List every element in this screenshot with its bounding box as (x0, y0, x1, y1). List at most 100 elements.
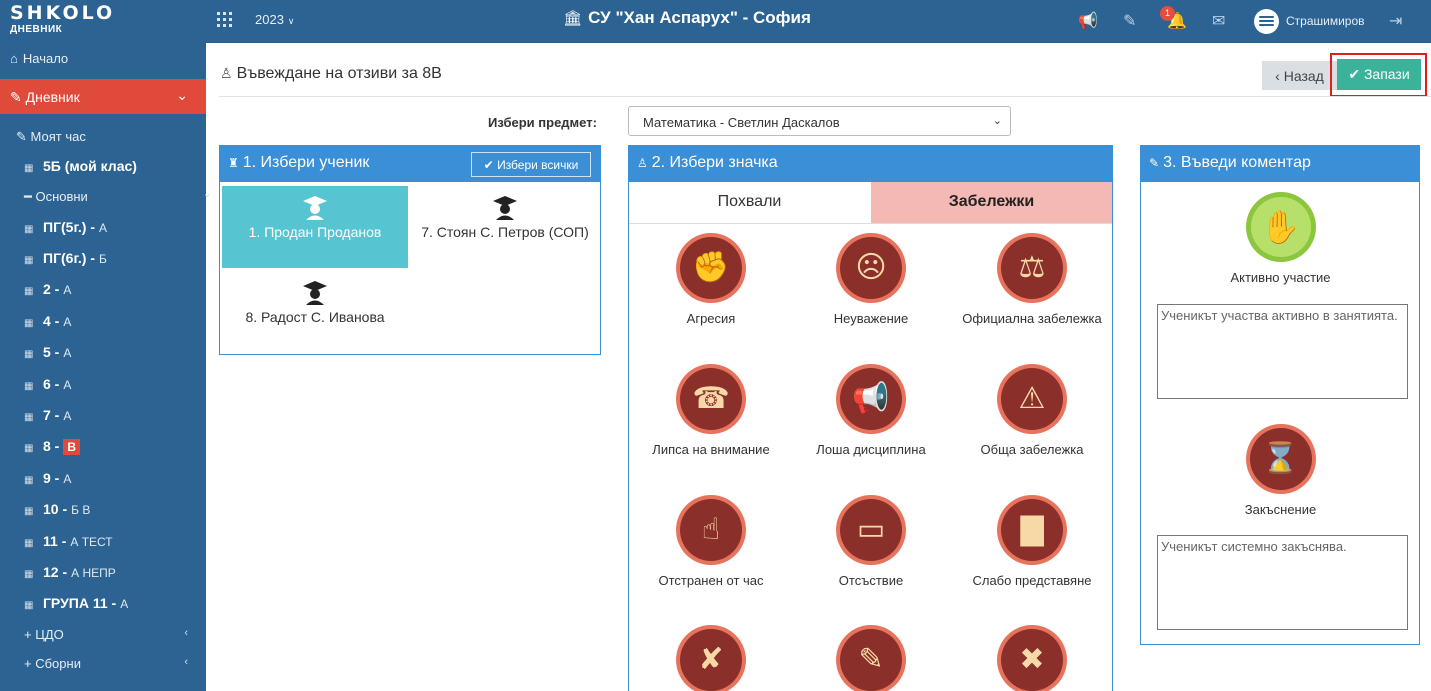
tab-remarks[interactable]: Забележки (871, 182, 1112, 223)
class-name: 2 - (43, 281, 60, 297)
sidebar-item-class[interactable]: ▦ 7 -А (24, 407, 230, 423)
fist-icon: ✊ (676, 233, 746, 303)
sidebar-item-class[interactable]: ▦ 5 -А (24, 344, 230, 360)
class-letters[interactable]: А (63, 346, 71, 360)
badge-label: Обща забележка (980, 442, 1084, 457)
badge-option[interactable]: ☎ Липса на внимание (631, 364, 791, 457)
classroom-icon: ▦ (24, 538, 34, 549)
logout-icon[interactable]: ⇥ (1389, 11, 1402, 31)
classroom-icon: ▦ (24, 569, 34, 580)
phone-user-icon: ☎ (676, 364, 746, 434)
megaphone-icon: 📢 (836, 364, 906, 434)
megaphone-icon[interactable]: 📢 (1078, 11, 1098, 31)
sidebar-item-class[interactable]: ▦ 2 -А (24, 281, 230, 297)
badge-option[interactable]: ▭ Отсъствие (791, 495, 951, 588)
username[interactable]: Страшимиров (1286, 14, 1365, 28)
badge-option[interactable]: ☝ Отстранен от час (631, 495, 791, 588)
avatar[interactable] (1254, 9, 1279, 34)
classroom-icon: ▦ (24, 600, 34, 611)
sidebar-item-home[interactable]: ⌂ Начало (10, 51, 216, 66)
comment-textarea[interactable]: Ученикът участва активно в занятията. (1157, 304, 1408, 399)
page-title: ♙ Въвеждане на отзиви за 8В (220, 65, 442, 83)
student-card[interactable]: 1. Продан Проданов (222, 186, 408, 268)
back-label: Назад (1283, 67, 1324, 84)
students-panel-header: ♜ 1. Избери ученик ✔ Избери всички (220, 146, 600, 182)
badge-option[interactable]: ⚖ Официална забележка (952, 233, 1112, 326)
subject-select[interactable]: Математика - Светлин Даскалов ⌄ (628, 106, 1011, 136)
class-letters[interactable]: В (63, 439, 81, 455)
main-content: ♙ Въвеждане на отзиви за 8В ‹ Назад ✔ Зап… (206, 43, 1431, 691)
badge-label: Неуважение (833, 311, 909, 326)
sidebar-item-class[interactable]: ▦ 11 -А ТЕСТ (24, 533, 230, 549)
sidebar-item-combined[interactable]: + Сборни ‹ (24, 656, 230, 671)
class-letters[interactable]: А (120, 597, 128, 611)
save-button[interactable]: ✔ Запази (1337, 59, 1421, 90)
class-letters[interactable]: А (63, 409, 71, 423)
badge-label: Отстранен от час (658, 573, 764, 588)
class-name: ГРУПА 11 - (43, 595, 117, 611)
badge-option[interactable]: ▇ Слабо представяне (952, 495, 1112, 588)
class-letters[interactable]: А (63, 315, 71, 329)
edit-icon[interactable]: ✎ (1123, 11, 1136, 31)
class-letters[interactable]: Б (99, 252, 107, 266)
sidebar-item-cdo[interactable]: + ЦДО ‹ (24, 627, 230, 642)
sidebar-item-diary[interactable]: ✎ Дневник ⌄ (0, 79, 206, 114)
sidebar-item-my-class[interactable]: ▦ 5Б (мой клас) (24, 158, 230, 174)
tab-praise[interactable]: Похвали (629, 182, 870, 223)
back-button[interactable]: ‹ Назад (1262, 61, 1337, 90)
badge-option[interactable]: ☹ Неуважение (791, 233, 951, 326)
badge-label: Слабо представяне (972, 573, 1092, 588)
badge-option[interactable]: ✖ (952, 625, 1112, 691)
sidebar-item-my-hour[interactable]: ✎ Моят час (16, 129, 222, 145)
mocking-face-icon: ☹ (836, 233, 906, 303)
classroom-icon: ▦ (24, 443, 34, 454)
comment-badge[interactable]: ✋ Активно участие (1141, 192, 1420, 285)
class-letters[interactable]: А (63, 283, 71, 297)
chevron-left-icon: ‹ (184, 656, 188, 668)
sidebar-item-label: 5Б (мой клас) (43, 158, 137, 174)
sidebar-item-class[interactable]: ▦ 8 -В (24, 438, 230, 455)
gavel-icon: ⚖ (997, 233, 1067, 303)
raised-hand-icon: ✋ (1245, 192, 1316, 262)
badge-option[interactable]: 📢 Лоша дисциплина (791, 364, 951, 457)
sidebar-item-class[interactable]: ▦ 10 -Б В (24, 501, 230, 517)
sidebar-group-main[interactable]: ━ Основни ⌄ (24, 188, 230, 205)
chevron-down-icon: ⌄ (992, 115, 1002, 127)
sidebar-item-class[interactable]: ▦ ГРУПА 11 -А (24, 595, 230, 611)
class-name: 9 - (43, 470, 60, 486)
sidebar-item-class[interactable]: ▦ ПГ(6г.) - Б (24, 250, 230, 266)
sidebar-item-class[interactable]: ▦ 6 -А (24, 376, 230, 392)
panel-title: 1. Избери ученик (242, 154, 370, 171)
hourglass-icon: ⌛ (1245, 424, 1316, 494)
comment-textarea[interactable]: Ученикът системно закъснява. (1157, 535, 1408, 630)
select-all-button[interactable]: ✔ Избери всички (471, 152, 591, 177)
sidebar-item-class[interactable]: ▦ 9 -А (24, 470, 230, 486)
badge-option[interactable]: ✘ (631, 625, 791, 691)
badge-label: Официална забележка (962, 311, 1102, 326)
class-letters[interactable]: А ТЕСТ (70, 535, 112, 549)
sidebar-item-label: Дневник (25, 89, 80, 105)
badge-option[interactable]: ⚠ Обща забележка (952, 364, 1112, 457)
edit-icon: ✎ (16, 129, 31, 144)
student-card[interactable]: 8. Радост С. Иванова (222, 271, 408, 353)
badge-label: Липса на внимание (652, 442, 770, 457)
badge-option[interactable]: ✊ Агресия (631, 233, 791, 326)
plus-icon: + (24, 627, 36, 642)
comment-badge[interactable]: ⌛ Закъснение (1141, 424, 1420, 517)
award-icon: ♙ (637, 156, 648, 170)
classroom-icon: ▦ (24, 286, 34, 297)
sidebar-item-class[interactable]: ▦ 12 -А НЕПР (24, 564, 230, 580)
class-letters[interactable]: А НЕПР (71, 566, 116, 580)
sidebar-item-class[interactable]: ▦ 4 -А (24, 313, 230, 329)
class-letters[interactable]: А (63, 378, 71, 392)
student-name: 1. Продан Проданов (248, 224, 382, 240)
student-name: 7. Стоян С. Петров (СОП) (421, 224, 589, 240)
student-card[interactable]: 7. Стоян С. Петров (СОП) (412, 186, 598, 268)
classroom-icon: ▦ (24, 412, 34, 423)
badge-option[interactable]: ✎ (791, 625, 951, 691)
class-letters[interactable]: А (99, 221, 107, 235)
sidebar-item-class[interactable]: ▦ ПГ(5г.) - А (24, 219, 230, 235)
envelope-icon[interactable]: ✉ (1212, 11, 1225, 31)
class-letters[interactable]: А (63, 472, 71, 486)
class-letters[interactable]: Б В (71, 503, 90, 517)
